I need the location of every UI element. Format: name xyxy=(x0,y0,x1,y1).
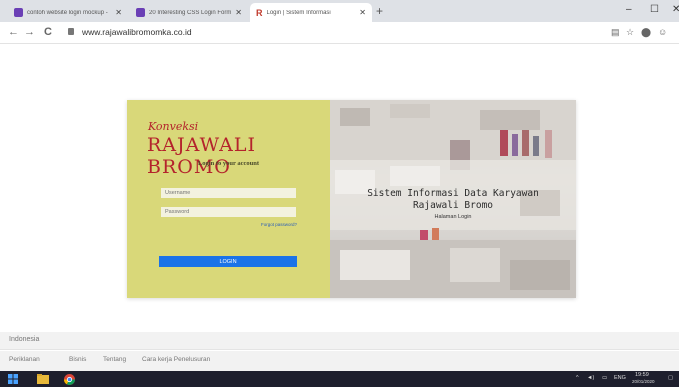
browser-address-bar: ← → C www.rajawalibromomka.co.id ▤ ☆ ⬤ ☺ xyxy=(0,22,679,44)
tab-favicon-icon xyxy=(14,8,23,17)
login-heading: Login to your account xyxy=(197,160,260,167)
notification-icon[interactable]: ▢ xyxy=(668,375,673,381)
tab-close-icon[interactable]: ✕ xyxy=(359,8,366,17)
username-input[interactable] xyxy=(161,188,296,198)
footer-link-bisnis[interactable]: Bisnis xyxy=(69,356,86,363)
login-card: Konveksi RAJAWALI BROMO Login to your ac… xyxy=(127,100,576,298)
footer-country: Indonesia xyxy=(9,336,40,343)
reload-icon[interactable]: C xyxy=(44,26,52,38)
system-subtitle: Rajawali Bromo xyxy=(412,200,494,211)
page-caption: Halaman Login xyxy=(434,214,472,220)
profile-avatar-icon[interactable]: ☺ xyxy=(658,27,667,37)
battery-icon[interactable]: ▭ xyxy=(602,375,607,381)
footer-link-cara-kerja[interactable]: Cara kerja Penelusuran xyxy=(142,356,210,363)
browser-tab-bar: contoh website login mockup - ✕ 20 Inter… xyxy=(0,0,679,22)
tab-css-login-form[interactable]: 20 Interesting CSS Login Form D ✕ xyxy=(130,3,248,22)
volume-icon[interactable]: ◄) xyxy=(587,375,594,381)
chrome-browser-icon[interactable] xyxy=(64,374,75,385)
tray-chevron-icon[interactable]: ^ xyxy=(576,375,579,381)
login-form-panel: Konveksi RAJAWALI BROMO Login to your ac… xyxy=(127,100,330,298)
rajawali-favicon-icon: R xyxy=(256,7,263,18)
forward-arrow-icon[interactable]: → xyxy=(24,26,35,38)
system-title: Sistem Informasi Data Karyawan xyxy=(367,188,539,199)
tab-label: contoh website login mockup - xyxy=(27,9,108,16)
tab-label: 20 Interesting CSS Login Form D xyxy=(149,9,232,16)
new-tab-button[interactable]: + xyxy=(376,4,383,18)
tab-close-icon[interactable]: ✕ xyxy=(115,8,122,17)
login-button[interactable]: LOGIN xyxy=(159,256,297,267)
file-explorer-icon[interactable] xyxy=(37,374,49,384)
maximize-button[interactable]: ☐ xyxy=(650,4,659,15)
brand-script-text: Konveksi xyxy=(148,120,199,133)
bookmark-star-icon[interactable]: ☆ xyxy=(626,27,634,38)
back-arrow-icon[interactable]: ← xyxy=(8,26,19,38)
clock-time[interactable]: 19:59 xyxy=(635,372,649,378)
tab-login-sistem-informasi[interactable]: R Login | Sistem Informasi ✕ xyxy=(250,3,372,22)
brand-logo-text: RAJAWALI BROMO xyxy=(147,134,257,178)
tab-contoh-website[interactable]: contoh website login mockup - ✕ xyxy=(8,3,128,22)
footer-link-periklanan[interactable]: Periklanan xyxy=(9,356,40,363)
windows-start-icon[interactable] xyxy=(8,374,18,384)
sewing-workshop-image xyxy=(330,100,576,298)
close-window-button[interactable]: ✕ xyxy=(672,4,679,15)
extension-pin-icon[interactable]: ⬤ xyxy=(641,27,651,38)
footer-country-bar: Indonesia xyxy=(0,332,679,350)
tab-label: Login | Sistem Informasi xyxy=(266,9,331,16)
tab-close-icon[interactable]: ✕ xyxy=(235,8,242,17)
forgot-password-link[interactable]: Forgot password? xyxy=(261,222,297,227)
hero-image-panel: Sistem Informasi Data Karyawan Rajawali … xyxy=(330,100,576,298)
translate-icon[interactable]: ▤ xyxy=(611,27,620,38)
password-input[interactable] xyxy=(161,207,296,217)
windows-taskbar: ^ ◄) ▭ ENG 19:59 20/01/2020 ▢ xyxy=(0,371,679,387)
footer-links-bar: Periklanan Bisnis Tentang Cara kerja Pen… xyxy=(0,351,679,371)
clock-date[interactable]: 20/01/2020 xyxy=(632,379,655,384)
minimize-button[interactable]: – xyxy=(626,4,632,15)
footer-link-tentang[interactable]: Tentang xyxy=(103,356,126,363)
language-indicator[interactable]: ENG xyxy=(614,375,626,381)
tab-favicon-icon xyxy=(136,8,145,17)
url-field[interactable]: www.rajawalibromomka.co.id xyxy=(82,27,192,37)
site-info-icon[interactable] xyxy=(68,28,74,35)
